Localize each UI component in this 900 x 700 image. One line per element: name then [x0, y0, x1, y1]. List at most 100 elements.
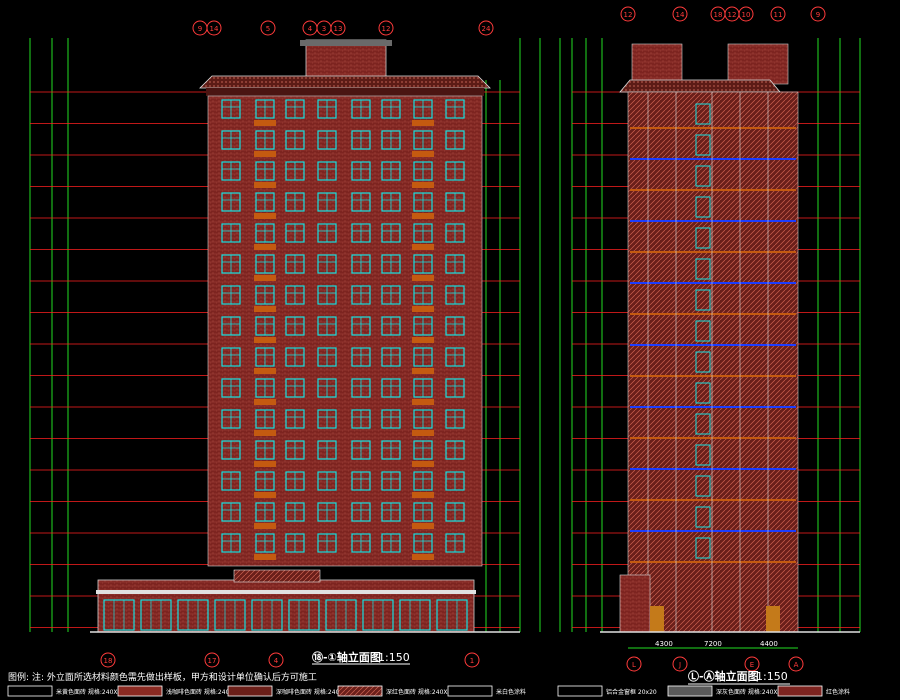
right-view-scale: 1:150 [756, 670, 788, 683]
podium-left [97, 579, 475, 633]
dim-4300: 4300 [655, 640, 673, 648]
balcony-band [412, 306, 434, 312]
penthouse-right-b [727, 43, 789, 85]
legend-item: 深咖啡色面砖 规格:240X60 [227, 685, 351, 697]
tower-body-right [627, 91, 799, 633]
svg-text:J: J [678, 661, 681, 669]
balcony-band [412, 368, 434, 374]
entrance-canopy [233, 569, 321, 583]
svg-text:E: E [750, 661, 754, 669]
axis-markers-top: 9 14 5 4 3 13 12 24 12 14 18 12 10 11 9 [192, 6, 826, 36]
svg-text:11: 11 [774, 11, 783, 19]
svg-text:9: 9 [816, 11, 820, 19]
balcony-band [412, 182, 434, 188]
axis-bubble-top-right: 18 [710, 6, 726, 22]
right-door-left [650, 606, 664, 632]
svg-text:18: 18 [104, 657, 113, 665]
svg-text:铝合金窗框 20x20: 铝合金窗框 20x20 [606, 688, 657, 696]
elevation-drawing: 9 14 5 4 3 13 12 24 12 14 18 12 10 11 9 18 17 4 1 L J E A 430… [7, 6, 861, 697]
axis-bubble-top-right: 10 [738, 6, 754, 22]
legend-item: 深灰色面砖 规格:240X60 [667, 685, 785, 697]
podium-cornice [96, 590, 476, 594]
svg-text:10: 10 [742, 11, 751, 19]
axis-bubble-top-left: 5 [260, 20, 276, 36]
right-elevation [619, 43, 799, 633]
balcony-band [412, 523, 434, 529]
axis-bubble-top-right: 12 [724, 6, 740, 22]
cad-drawing-canvas: 9 14 5 4 3 13 12 24 12 14 18 12 10 11 9 18 17 4 1 L J E A 430… [0, 0, 900, 700]
svg-text:红色涂料: 红色涂料 [826, 688, 850, 696]
legend-label: 图例: [8, 671, 29, 683]
legend-item: 红色涂料 [777, 685, 850, 697]
svg-text:9: 9 [198, 25, 202, 33]
left-elevation [96, 39, 491, 633]
svg-text:18: 18 [714, 11, 723, 19]
axis-bubble-bottom-right: E [744, 656, 760, 672]
axis-bubble-top-left: 9 [192, 20, 208, 36]
svg-text:深灰色面砖 规格:240X60: 深灰色面砖 规格:240X60 [716, 688, 785, 696]
balcony-band [412, 430, 434, 436]
note-text: 注: 外立面所选材料颜色需先做出样板，甲方和设计单位确认后方可施工 [32, 671, 317, 683]
balcony-band [254, 151, 276, 157]
balcony-band [254, 120, 276, 126]
svg-text:24: 24 [482, 25, 491, 33]
svg-text:17: 17 [208, 657, 217, 665]
balcony-band [254, 244, 276, 250]
left-view-scale: 1:150 [378, 651, 410, 664]
axis-bubble-top-right: 12 [620, 6, 636, 22]
svg-text:米白色涂料: 米白色涂料 [496, 688, 526, 696]
balcony-band [254, 213, 276, 219]
svg-text:3: 3 [322, 25, 326, 33]
left-view-title: ⑱-①轴立面图 1:150 [312, 650, 410, 665]
svg-text:L: L [632, 661, 636, 669]
balcony-band [254, 461, 276, 467]
right-podium-wing [619, 574, 651, 633]
dim-7200: 7200 [704, 640, 722, 648]
legend-item: 米白色涂料 [447, 685, 526, 697]
roof-fascia [206, 88, 484, 96]
svg-text:米黄色面砖 规格:240X60: 米黄色面砖 规格:240X60 [56, 688, 125, 696]
balcony-band [412, 399, 434, 405]
svg-text:1: 1 [470, 657, 474, 665]
roof-right [619, 79, 781, 93]
balcony-band [254, 337, 276, 343]
axis-bubble-bottom-right: L [626, 656, 642, 672]
right-view-title: Ⓛ-Ⓐ轴立面图 1:150 [688, 669, 790, 685]
balcony-band [412, 337, 434, 343]
tower-body-left [207, 95, 483, 567]
balcony-band [412, 492, 434, 498]
svg-text:A: A [794, 661, 799, 669]
svg-text:4: 4 [308, 25, 313, 33]
right-view-title-text: Ⓛ-Ⓐ轴立面图 [688, 669, 759, 683]
svg-text:5: 5 [266, 25, 270, 33]
balcony-band [254, 523, 276, 529]
svg-text:12: 12 [382, 25, 391, 33]
balcony-band [254, 554, 276, 560]
balcony-band [412, 120, 434, 126]
axis-bubble-top-left: 3 [316, 20, 332, 36]
legend-item: 铝合金窗框 20x20 [557, 685, 657, 697]
balcony-band [412, 151, 434, 157]
axis-markers-bottom: 18 17 4 1 L J E A [100, 652, 804, 672]
axis-bubble-top-right: 9 [810, 6, 826, 22]
axis-bubble-bottom-left: 4 [268, 652, 284, 668]
axis-bubble-top-left: 24 [478, 20, 494, 36]
svg-text:4: 4 [274, 657, 279, 665]
legend-item: 浅咖啡色面砖 规格:240X60 [117, 685, 241, 697]
balcony-band [254, 306, 276, 312]
balcony-band [254, 182, 276, 188]
balcony-band [412, 554, 434, 560]
axis-bubble-bottom-left: 18 [100, 652, 116, 668]
roof-left [199, 75, 491, 89]
axis-bubble-top-left: 14 [206, 20, 222, 36]
balcony-band [254, 430, 276, 436]
left-view-title-text: ⑱-①轴立面图 [312, 650, 381, 664]
balcony-band [254, 368, 276, 374]
right-door-right [766, 606, 780, 632]
axis-bubble-bottom-right: J [672, 656, 688, 672]
dim-4400: 4400 [760, 640, 778, 648]
legend-item: 深红色面砖 规格:240X60 [337, 685, 455, 697]
svg-text:12: 12 [624, 11, 633, 19]
axis-bubble-top-left: 12 [378, 20, 394, 36]
svg-text:12: 12 [728, 11, 737, 19]
